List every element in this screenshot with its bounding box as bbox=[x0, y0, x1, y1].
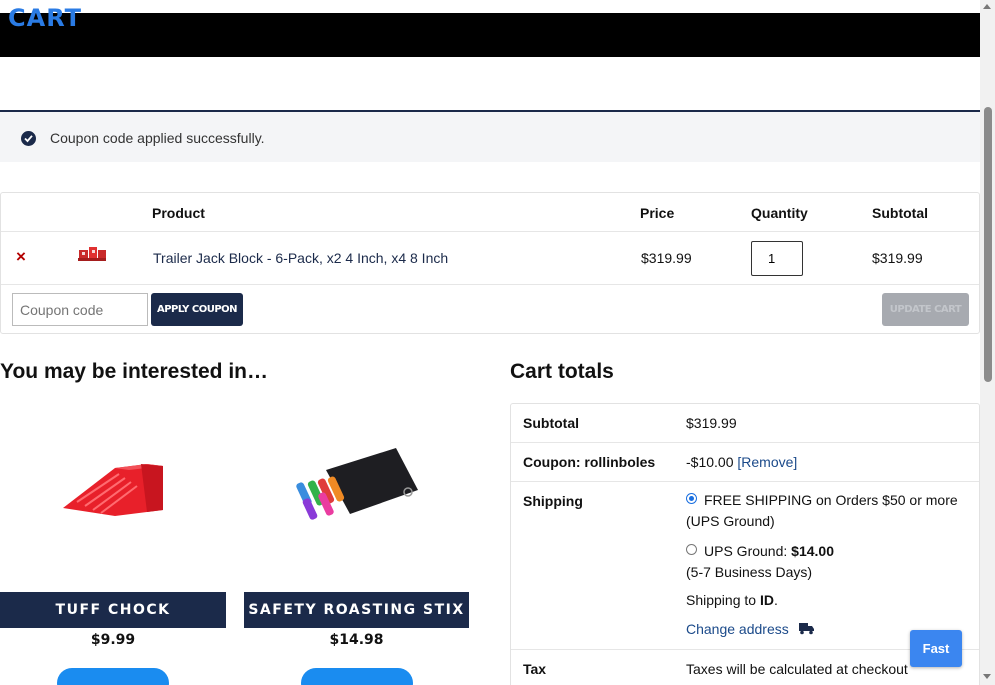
scrollbar-thumb[interactable] bbox=[984, 107, 992, 382]
vertical-scrollbar[interactable] bbox=[980, 0, 995, 685]
coupon-code-input[interactable] bbox=[12, 293, 148, 326]
row-divider bbox=[511, 442, 979, 443]
shipping-destination: Shipping to ID. bbox=[686, 592, 778, 608]
product-price-tuff-chock: $9.99 bbox=[90, 632, 136, 648]
tuff-chock-image[interactable] bbox=[55, 430, 195, 550]
change-address-link[interactable]: Change address bbox=[686, 621, 815, 637]
free-shipping-option-label[interactable]: FREE SHIPPING on Orders $50 or more bbox=[704, 492, 958, 508]
free-shipping-radio[interactable] bbox=[686, 493, 697, 504]
subtotal-label: Subtotal bbox=[523, 415, 579, 431]
page-title: CART bbox=[8, 4, 82, 32]
shipping-to-prefix: Shipping to bbox=[686, 592, 760, 608]
column-header-price: Price bbox=[640, 205, 675, 221]
ups-ground-label-text: UPS Ground: bbox=[704, 543, 792, 559]
quantity-input[interactable] bbox=[751, 241, 803, 276]
free-shipping-option-detail: (UPS Ground) bbox=[686, 513, 775, 529]
coupon-success-notice: Coupon code applied successfully. bbox=[0, 110, 980, 162]
column-header-subtotal: Subtotal bbox=[872, 205, 928, 221]
product-price-safety-roasting-stix: $14.98 bbox=[329, 632, 384, 648]
ups-ground-radio[interactable] bbox=[686, 544, 697, 555]
notice-message: Coupon code applied successfully. bbox=[50, 130, 265, 146]
cart-item-price: $319.99 bbox=[641, 250, 692, 266]
page: CART Coupon code applied successfully. P… bbox=[0, 0, 980, 685]
add-to-cart-button[interactable] bbox=[301, 668, 413, 685]
coupon-value: -$10.00 bbox=[686, 454, 734, 470]
scroll-down-arrow-icon[interactable] bbox=[983, 674, 991, 679]
safety-roasting-stix-image[interactable] bbox=[286, 430, 426, 550]
product-thumbnail-image[interactable] bbox=[76, 244, 108, 264]
product-title-safety-roasting-stix[interactable]: SAFETY ROASTING STIX bbox=[244, 592, 469, 628]
ups-ground-option-detail: (5-7 Business Days) bbox=[686, 564, 813, 580]
row-divider bbox=[1, 231, 979, 232]
ups-ground-option-label[interactable]: UPS Ground: $14.00 bbox=[704, 543, 834, 559]
update-cart-button[interactable]: UPDATE CART bbox=[882, 293, 969, 326]
cart-item-name[interactable]: Trailer Jack Block - 6-Pack, x2 4 Inch, … bbox=[153, 250, 448, 266]
remove-coupon-link[interactable]: [Remove] bbox=[737, 454, 797, 470]
row-divider bbox=[511, 481, 979, 482]
cart-totals-heading: Cart totals bbox=[510, 360, 614, 383]
header-bar: CART bbox=[0, 4, 980, 57]
column-header-quantity: Quantity bbox=[751, 205, 808, 221]
check-circle-icon bbox=[21, 131, 36, 146]
shipping-to-suffix: . bbox=[773, 592, 778, 608]
column-header-product: Product bbox=[152, 205, 205, 221]
change-address-label: Change address bbox=[686, 621, 789, 637]
shipping-label: Shipping bbox=[523, 493, 583, 509]
add-to-cart-button[interactable] bbox=[57, 668, 169, 685]
row-divider bbox=[1, 284, 979, 285]
cart-table: Product Price Quantity Subtotal × Traile… bbox=[0, 192, 980, 334]
delivery-truck-icon bbox=[798, 623, 814, 635]
ups-ground-amount: $14.00 bbox=[791, 543, 834, 559]
row-divider bbox=[511, 649, 979, 650]
product-title-tuff-chock[interactable]: TUFF CHOCK bbox=[0, 592, 226, 628]
subtotal-value: $319.99 bbox=[686, 415, 737, 431]
scroll-up-arrow-icon[interactable] bbox=[983, 4, 991, 9]
fast-checkout-button[interactable]: Fast bbox=[910, 630, 962, 667]
coupon-label: Coupon: rollinboles bbox=[523, 454, 656, 470]
apply-coupon-button[interactable]: APPLY COUPON bbox=[151, 293, 243, 326]
tax-label: Tax bbox=[523, 661, 547, 677]
cart-item-subtotal: $319.99 bbox=[872, 250, 923, 266]
coupon-discount: -$10.00 [Remove] bbox=[686, 454, 797, 470]
tax-value: Taxes will be calculated at checkout bbox=[686, 661, 908, 677]
interested-heading: You may be interested in… bbox=[0, 360, 269, 383]
shipping-state: ID bbox=[759, 592, 774, 608]
remove-item-icon[interactable]: × bbox=[16, 247, 26, 267]
